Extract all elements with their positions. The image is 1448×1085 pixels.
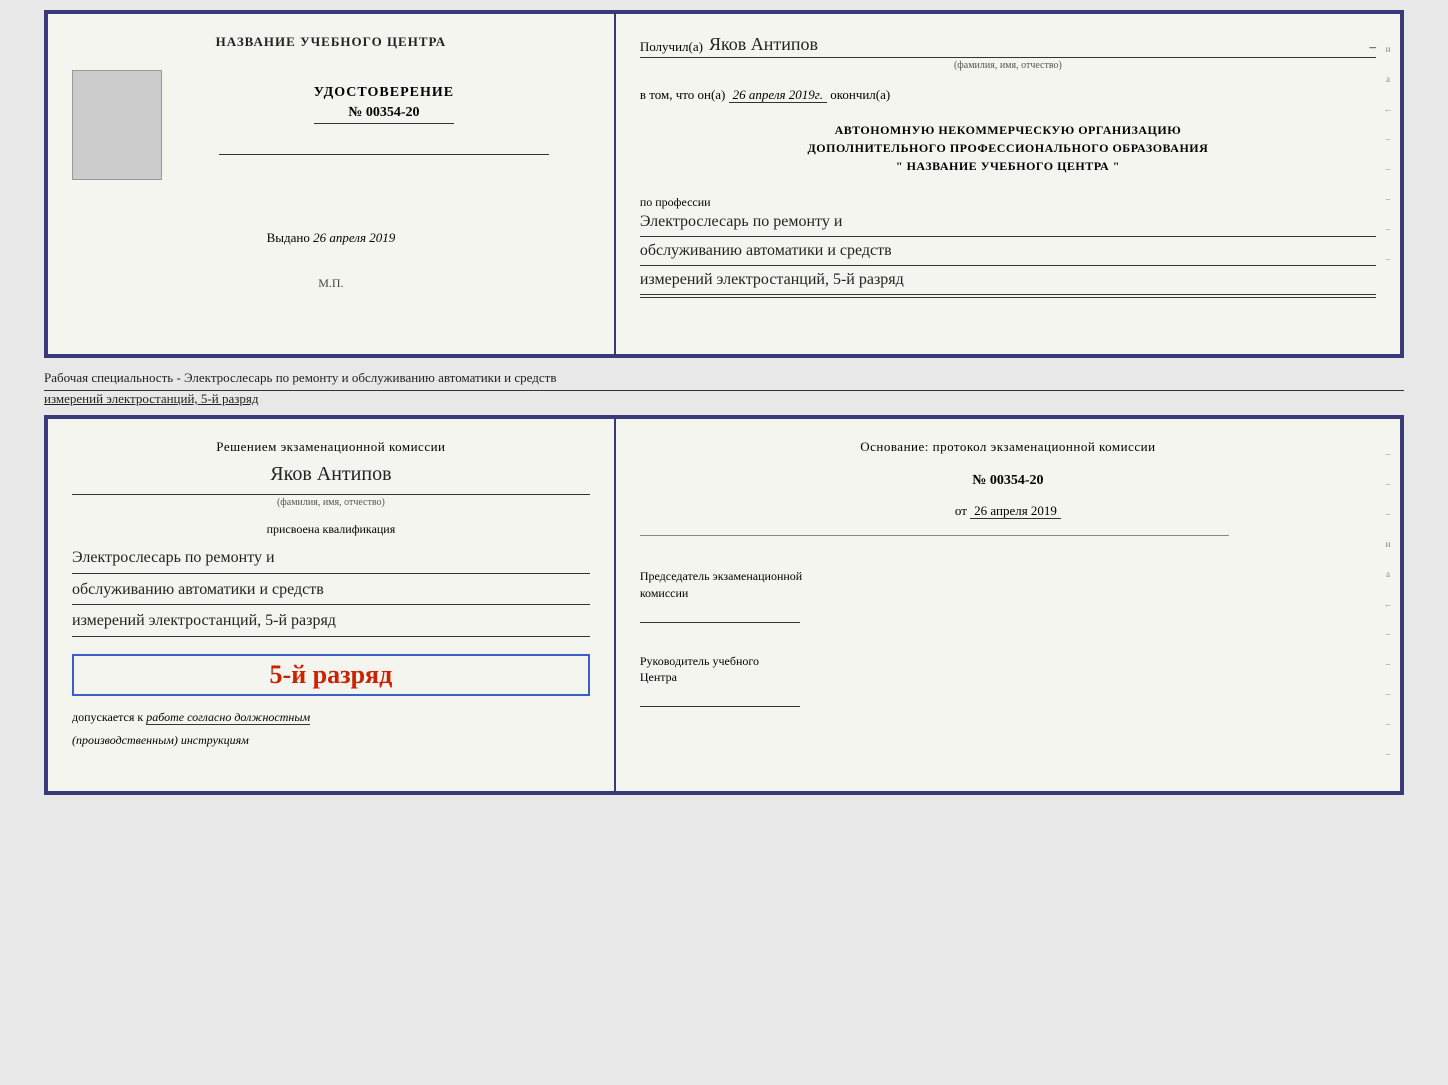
допуск-label: допускается к	[72, 710, 143, 724]
profession-line1: Электрослесарь по ремонту и	[640, 210, 1376, 237]
person-name: Яков Антипов	[72, 463, 590, 486]
recipient-label: Получил(а)	[640, 39, 703, 55]
bottom-left-panel: Решением экзаменационной комиссии Яков А…	[48, 419, 616, 791]
right-side-decoration: и а ← – – – – –	[1380, 14, 1396, 354]
date-label: в том, что он(а)	[640, 87, 726, 102]
person-subtitle: (фамилия, имя, отчество)	[72, 494, 590, 508]
grade-badge: 5-й разряд	[72, 654, 590, 696]
qual-line2: обслуживанию автоматики и средств	[72, 577, 590, 606]
org-line1: АВТОНОМНУЮ НЕКОММЕРЧЕСКУЮ ОРГАНИЗАЦИЮ	[640, 121, 1376, 139]
commission-title: Решением экзаменационной комиссии	[72, 439, 590, 455]
middle-text: Рабочая специальность - Электрослесарь п…	[44, 366, 1404, 391]
org-line3: " НАЗВАНИЕ УЧЕБНОГО ЦЕНТРА "	[640, 157, 1376, 175]
org-block: АВТОНОМНУЮ НЕКОММЕРЧЕСКУЮ ОРГАНИЗАЦИЮ ДО…	[640, 121, 1376, 175]
bottom-right-side-deco: – – – и а ← – – – – –	[1380, 419, 1396, 791]
top-left-inner: НАЗВАНИЕ УЧЕБНОГО ЦЕНТРА УДОСТОВЕРЕНИЕ №…	[72, 34, 590, 291]
issued-label: Выдано	[267, 230, 310, 245]
qualification-text: Электрослесарь по ремонту и обслуживанию…	[72, 545, 590, 640]
photo-placeholder	[72, 70, 162, 180]
director-label1: Руководитель учебного	[640, 653, 1376, 670]
profession-text: Электрослесарь по ремонту и обслуживанию…	[640, 210, 1376, 298]
chairman-label1: Председатель экзаменационной	[640, 568, 1376, 585]
middle-text2: измерений электростанций, 5-й разряд	[44, 391, 1404, 407]
protocol-date: от 26 апреля 2019	[640, 503, 1376, 519]
recipient-name: Яков Антипов	[709, 34, 1364, 55]
director-block: Руководитель учебного Центра	[640, 653, 1376, 714]
profession-line3: измерений электростанций, 5-й разряд	[640, 268, 1376, 295]
profession-block: по профессии Электрослесарь по ремонту и…	[640, 185, 1376, 298]
issued-line: Выдано 26 апреля 2019	[267, 230, 396, 246]
basis-label: Основание: протокол экзаменационной коми…	[640, 439, 1376, 455]
middle-text-block: Рабочая специальность - Электрослесарь п…	[44, 366, 1404, 407]
cert-number: № 00354-20	[314, 105, 454, 124]
grade-text: 5-й разряд	[88, 660, 574, 690]
date-value: 26 апреля 2019г.	[729, 87, 827, 103]
profession-label: по профессии	[640, 195, 1376, 210]
qual-line3: измерений электростанций, 5-й разряд	[72, 608, 590, 637]
cert-number-block: УДОСТОВЕРЕНИЕ № 00354-20	[314, 85, 454, 124]
date-suffix: окончил(а)	[830, 87, 890, 102]
bottom-section: Решением экзаменационной комиссии Яков А…	[44, 415, 1404, 795]
допуск-text2: (производственным) инструкциям	[72, 733, 590, 748]
recipient-subtitle: (фамилия, имя, отчество)	[640, 60, 1376, 71]
top-right-panel: Получил(а) Яков Антипов – (фамилия, имя,…	[616, 14, 1400, 354]
top-section: НАЗВАНИЕ УЧЕБНОГО ЦЕНТРА УДОСТОВЕРЕНИЕ №…	[44, 10, 1404, 358]
director-sig-line	[640, 706, 800, 707]
date-line: в том, что он(а) 26 апреля 2019г. окончи…	[640, 87, 1376, 103]
cert-title: УДОСТОВЕРЕНИЕ	[314, 85, 454, 101]
protocol-number: № 00354-20	[640, 473, 1376, 489]
profession-line2: обслуживанию автоматики и средств	[640, 239, 1376, 266]
допуск-line: допускается к работе согласно должностны…	[72, 710, 590, 725]
recipient-line: Получил(а) Яков Антипов –	[640, 34, 1376, 58]
director-label2: Центра	[640, 669, 1376, 686]
qual-line1: Электрослесарь по ремонту и	[72, 545, 590, 574]
issued-date: 26 апреля 2019	[313, 230, 395, 245]
qualification-label: присвоена квалификация	[72, 522, 590, 537]
date-label: от	[955, 503, 967, 518]
top-left-panel: НАЗВАНИЕ УЧЕБНОГО ЦЕНТРА УДОСТОВЕРЕНИЕ №…	[48, 14, 616, 354]
document-container: НАЗВАНИЕ УЧЕБНОГО ЦЕНТРА УДОСТОВЕРЕНИЕ №…	[44, 10, 1404, 795]
recipient-block: Получил(а) Яков Антипов – (фамилия, имя,…	[640, 34, 1376, 71]
chairman-block: Председатель экзаменационной комиссии	[640, 568, 1376, 629]
org-line2: ДОПОЛНИТЕЛЬНОГО ПРОФЕССИОНАЛЬНОГО ОБРАЗО…	[640, 139, 1376, 157]
stamp-line: М.П.	[318, 276, 343, 291]
center-title: НАЗВАНИЕ УЧЕБНОГО ЦЕНТРА	[216, 34, 447, 50]
допуск-text: работе согласно должностным	[146, 710, 310, 725]
date-value: 26 апреля 2019	[970, 503, 1061, 519]
chairman-sig-line	[640, 622, 800, 623]
bottom-right-panel: Основание: протокол экзаменационной коми…	[616, 419, 1400, 791]
chairman-label2: комиссии	[640, 585, 1376, 602]
